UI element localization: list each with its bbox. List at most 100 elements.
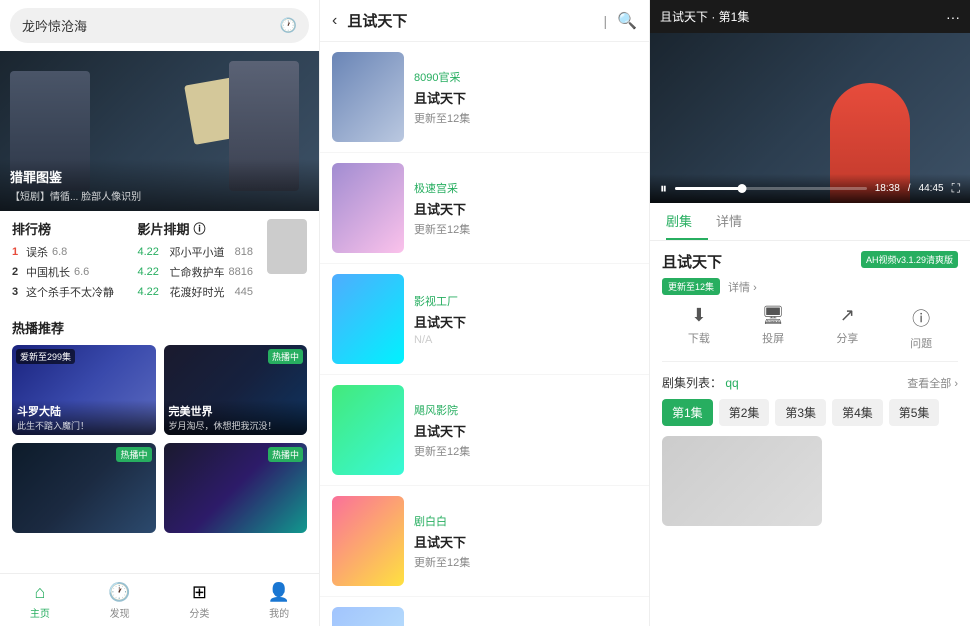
hero-overlay: 猎罪图鉴 【短剧】情循... 脸部人像识别 (0, 159, 319, 211)
hot-label-1: 斗罗大陆 此生不踏入魔门！ (12, 400, 156, 435)
preview-thumbnail (662, 436, 822, 526)
episode-grid: 第1集第2集第3集第4集第5集 (662, 399, 958, 426)
hero-banner[interactable]: 猎罪图鉴 【短剧】情循... 脸部人像识别 (0, 51, 319, 211)
film-item-1[interactable]: 4.22 邓小平小道 818 (138, 244, 254, 260)
show-main-title: 且试天下 (662, 251, 722, 272)
search-text: 龙吟惊沧海 (22, 16, 280, 35)
film-date-2: 4.22 (138, 266, 166, 278)
hot-section: 热播推荐 爱新至299集 斗罗大陆 此生不踏入魔门！ 热播中 完美世界 岁月淘尽… (0, 312, 319, 539)
episode-btn-3[interactable]: 第3集 (775, 399, 826, 426)
source-item[interactable]: 酷云77 且试天下 更新至12集 (320, 597, 649, 626)
film-score-2: 8816 (229, 266, 253, 278)
source-item[interactable]: 影视工厂 且试天下 N/A (320, 264, 649, 375)
film-schedule-col: 影片排期 ⓘ 4.22 邓小平小道 818 4.22 亡命救护车 8816 4.… (138, 219, 254, 304)
video-header: 且试天下 · 第1集 ··· (650, 0, 970, 33)
hot-desc-2: 岁月淘尽，休想把我沉没！ (169, 419, 303, 432)
rank-num-1: 1 (12, 246, 22, 258)
hot-name-1: 斗罗大陆 (17, 403, 151, 419)
rank-item-2[interactable]: 2 中国机长 6.6 (12, 264, 128, 280)
show-title-row: 且试天下 AH视频v3.1.29清爽版 (662, 251, 958, 272)
source-series-title: 且试天下 (414, 199, 637, 218)
hot-label-2: 完美世界 岁月淘尽，休想把我沉没！ (164, 400, 308, 435)
source-platform: 极速宫采 (414, 180, 637, 196)
back-button[interactable]: ‹ (332, 12, 337, 30)
source-update: N/A (414, 334, 637, 346)
rank-item-3[interactable]: 3 这个杀手不太冷静 (12, 284, 128, 300)
source-thumb (332, 52, 404, 142)
info-icon: ⓘ (194, 220, 206, 237)
rank-item-1[interactable]: 1 误杀 6.8 (12, 244, 128, 260)
source-platform: 飓风影院 (414, 402, 637, 418)
source-info: 8090官采 且试天下 更新至12集 (414, 69, 637, 126)
episode-btn-5[interactable]: 第5集 (889, 399, 940, 426)
source-list: 8090官采 且试天下 更新至12集 极速宫采 且试天下 更新至12集 影视工厂… (320, 42, 649, 626)
nav-profile[interactable]: 👤 我的 (239, 574, 319, 626)
action-help[interactable]: ⓘ 问题 (910, 305, 932, 351)
detail-tabs: 剧集 详情 (650, 203, 970, 241)
film-item-3[interactable]: 4.22 花渡好时光 445 (138, 284, 254, 300)
detail-content: 且试天下 AH视频v3.1.29清爽版 更新至12集 详情 › ⬇ 下载 🖥 投… (650, 241, 970, 626)
nav-home[interactable]: ⌂ 主页 (0, 574, 80, 626)
hot-item-3[interactable]: 热播中 (12, 443, 156, 533)
detail-link[interactable]: 详情 › (728, 279, 757, 295)
download-label: 下载 (688, 330, 710, 346)
episode-btn-1[interactable]: 第1集 (662, 399, 713, 426)
middle-panel: ‹ 且试天下 | 🔍 8090官采 且试天下 更新至12集 极速宫采 且试天下 … (320, 0, 650, 626)
share-icon: ↗ (840, 305, 855, 326)
tab-episodes[interactable]: 剧集 (666, 203, 708, 240)
fullscreen-button[interactable]: ⛶ (952, 181, 960, 196)
episode-btn-4[interactable]: 第4集 (832, 399, 883, 426)
hot-name-2: 完美世界 (169, 403, 303, 419)
source-platform: 8090官采 (414, 69, 637, 85)
source-item[interactable]: 极速宫采 且试天下 更新至12集 (320, 153, 649, 264)
tab-detail[interactable]: 详情 (716, 203, 758, 240)
film-score-3: 445 (235, 286, 253, 298)
nav-category[interactable]: ⊞ 分类 (160, 574, 240, 626)
film-name-3: 花渡好时光 (170, 284, 231, 300)
source-update: 更新至12集 (414, 110, 637, 126)
video-controls: ⏸ 18:38 / 44:45 ⛶ (650, 174, 970, 203)
play-button[interactable]: ⏸ (660, 180, 667, 197)
rank-name-2: 中国机长 (26, 264, 70, 280)
help-icon: ⓘ (912, 305, 930, 331)
film-name-2: 亡命救护车 (170, 264, 225, 280)
action-download[interactable]: ⬇ 下载 (688, 305, 710, 351)
episode-btn-2[interactable]: 第2集 (719, 399, 770, 426)
source-info: 影视工厂 且试天下 N/A (414, 293, 637, 346)
version-badge: AH视频v3.1.29清爽版 (861, 251, 958, 268)
video-more-button[interactable]: ··· (946, 9, 960, 25)
cast-label: 投屏 (762, 330, 784, 346)
hot-badge-2: 热播中 (268, 349, 303, 364)
video-player[interactable]: ⏸ 18:38 / 44:45 ⛶ (650, 33, 970, 203)
source-update: 更新至12集 (414, 443, 637, 459)
clock-icon: 🕐 (280, 17, 297, 34)
film-item-2[interactable]: 4.22 亡命救护车 8816 (138, 264, 254, 280)
episode-header: 剧集列表： qq 查看全部 › (662, 374, 958, 391)
nav-discover[interactable]: 🕐 发现 (80, 574, 160, 626)
source-thumb (332, 607, 404, 626)
bottom-nav: ⌂ 主页 🕐 发现 ⊞ 分类 👤 我的 (0, 573, 319, 626)
action-share[interactable]: ↗ 分享 (836, 305, 858, 351)
source-series-title: 且试天下 (414, 532, 637, 551)
hot-item-4[interactable]: 热播中 (164, 443, 308, 533)
view-all-link[interactable]: 查看全部 › (907, 375, 958, 391)
action-cast[interactable]: 🖥 投屏 (762, 305, 785, 351)
search-bar[interactable]: 龙吟惊沧海 🕐 (10, 8, 309, 43)
source-item[interactable]: 飓风影院 且试天下 更新至12集 (320, 375, 649, 486)
middle-header: ‹ 且试天下 | 🔍 (320, 0, 649, 42)
progress-fill (675, 187, 742, 190)
hot-desc-1: 此生不踏入魔门！ (17, 419, 151, 432)
progress-dot (738, 184, 747, 193)
source-item[interactable]: 剧白白 且试天下 更新至12集 (320, 486, 649, 597)
progress-bar[interactable] (675, 187, 867, 190)
search-icon[interactable]: 🔍 (617, 11, 637, 31)
rank-num-3: 3 (12, 286, 22, 298)
rank-name-1: 误杀 (26, 244, 48, 260)
middle-title: 且试天下 (347, 10, 603, 31)
hot-item-2[interactable]: 热播中 完美世界 岁月淘尽，休想把我沉没！ (164, 345, 308, 435)
time-separator: / (908, 183, 911, 194)
hot-header: 热播推荐 (12, 318, 307, 337)
source-item[interactable]: 8090官采 且试天下 更新至12集 (320, 42, 649, 153)
hot-item-1[interactable]: 爱新至299集 斗罗大陆 此生不踏入魔门！ (12, 345, 156, 435)
source-thumb (332, 274, 404, 364)
